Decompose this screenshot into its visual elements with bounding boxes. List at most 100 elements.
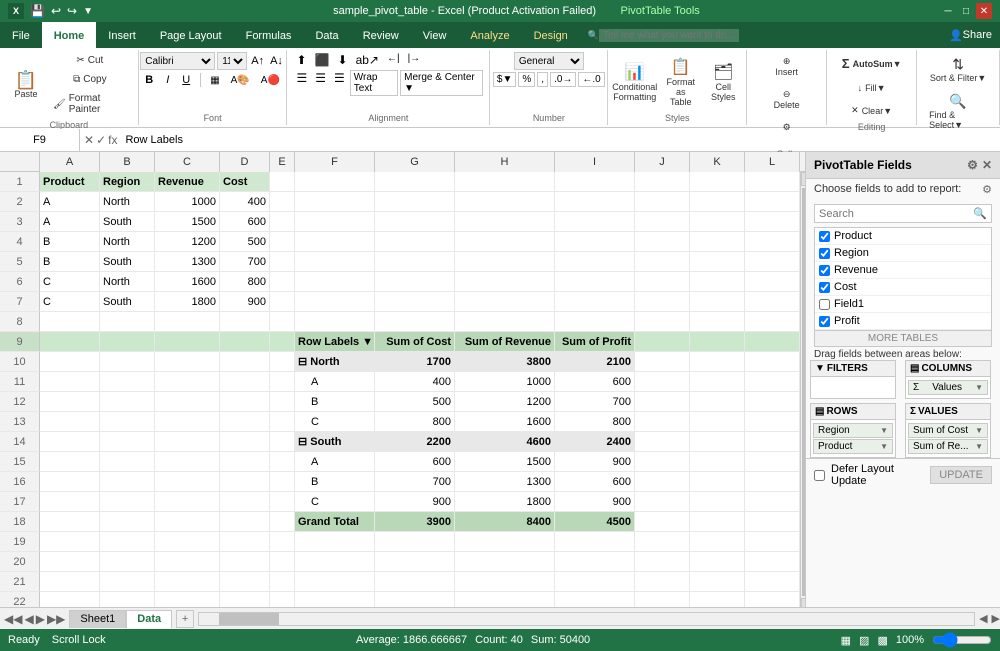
cell-k20[interactable] (690, 552, 745, 572)
cell-c16[interactable] (155, 472, 220, 492)
cell-b7[interactable]: South (100, 292, 155, 312)
cell-c13[interactable] (155, 412, 220, 432)
cell-l3[interactable] (745, 212, 800, 232)
cell-l16[interactable] (745, 472, 800, 492)
cell-e22[interactable] (270, 592, 295, 607)
cell-l9[interactable] (745, 332, 800, 352)
sheet-nav-last[interactable]: ▶▶ (47, 612, 65, 626)
cell-a21[interactable] (40, 572, 100, 592)
cell-f7[interactable] (295, 292, 375, 312)
decimal-inc-btn[interactable]: .0→ (550, 72, 576, 87)
cell-a15[interactable] (40, 452, 100, 472)
cell-styles-btn[interactable]: 🗂 Cell Styles (706, 58, 741, 106)
redo-btn[interactable]: ↪ (67, 4, 77, 18)
cell-c7[interactable]: 1800 (155, 292, 220, 312)
cell-d21[interactable] (220, 572, 270, 592)
close-btn[interactable]: ✕ (976, 3, 992, 19)
cell-h13[interactable]: 1600 (455, 412, 555, 432)
cell-i10[interactable]: 2100 (555, 352, 635, 372)
cell-i8[interactable] (555, 312, 635, 332)
zoom-slider[interactable] (932, 634, 992, 646)
cell-c19[interactable] (155, 532, 220, 552)
field-item-cost[interactable]: Cost (815, 279, 991, 296)
col-I[interactable]: I (555, 152, 635, 172)
cell-f21[interactable] (295, 572, 375, 592)
cell-h4[interactable] (455, 232, 555, 252)
cell-i5[interactable] (555, 252, 635, 272)
cell-f3[interactable] (295, 212, 375, 232)
tab-data[interactable]: Data (303, 22, 350, 48)
cell-g11[interactable]: 400 (375, 372, 455, 392)
filters-content[interactable] (811, 377, 895, 397)
cell-j8[interactable] (635, 312, 690, 332)
cell-i12[interactable]: 700 (555, 392, 635, 412)
cell-c18[interactable] (155, 512, 220, 532)
tab-file[interactable]: File (0, 22, 42, 48)
tab-insert[interactable]: Insert (96, 22, 148, 48)
pivot-search[interactable]: 🔍 (814, 204, 992, 223)
cell-g9[interactable]: Sum of Cost (375, 332, 455, 352)
field-checkbox-product[interactable] (819, 231, 830, 242)
col-K[interactable]: K (690, 152, 745, 172)
font-increase-btn[interactable]: A↑ (249, 54, 266, 68)
quick-save[interactable]: 💾 (30, 4, 45, 18)
h-scroll-left[interactable]: ◀ (979, 612, 987, 625)
find-select-btn[interactable]: 🔍 Find & Select▼ (923, 89, 993, 134)
drag-arrow-rev-icon[interactable]: ▼ (975, 442, 983, 451)
cell-a3[interactable]: A (40, 212, 100, 232)
cell-l4[interactable] (745, 232, 800, 252)
cell-b19[interactable] (100, 532, 155, 552)
cell-d4[interactable]: 500 (220, 232, 270, 252)
cell-i9[interactable]: Sum of Profit (555, 332, 635, 352)
field-item-product[interactable]: Product (815, 228, 991, 245)
cell-a20[interactable] (40, 552, 100, 572)
cell-h20[interactable] (455, 552, 555, 572)
cell-e6[interactable] (270, 272, 295, 292)
align-bottom-btn[interactable]: ⬇ (335, 52, 351, 68)
cell-b5[interactable]: South (100, 252, 155, 272)
cell-k7[interactable] (690, 292, 745, 312)
sheet-tab-data[interactable]: Data (126, 610, 172, 628)
share-btn[interactable]: 👤 Share (941, 22, 1000, 48)
cell-f2[interactable] (295, 192, 375, 212)
font-select[interactable]: Calibri (140, 52, 215, 70)
cell-a16[interactable] (40, 472, 100, 492)
wrap-text-btn[interactable]: Wrap Text (350, 70, 398, 96)
cell-c11[interactable] (155, 372, 220, 392)
cancel-formula-icon[interactable]: ✕ (84, 133, 94, 147)
cell-e16[interactable] (270, 472, 295, 492)
tab-page-layout[interactable]: Page Layout (148, 22, 234, 48)
cell-d2[interactable]: 400 (220, 192, 270, 212)
cell-c6[interactable]: 1600 (155, 272, 220, 292)
cell-i21[interactable] (555, 572, 635, 592)
cell-f4[interactable] (295, 232, 375, 252)
cell-j21[interactable] (635, 572, 690, 592)
cell-j6[interactable] (635, 272, 690, 292)
cell-b14[interactable] (100, 432, 155, 452)
cell-a7[interactable]: C (40, 292, 100, 312)
cell-j17[interactable] (635, 492, 690, 512)
paste-btn[interactable]: 📋 Paste (6, 67, 46, 103)
cell-d1[interactable]: Cost (220, 172, 270, 192)
tell-me-input[interactable] (599, 29, 739, 42)
field-item-revenue[interactable]: Revenue (815, 262, 991, 279)
cell-g14[interactable]: 2200 (375, 432, 455, 452)
cell-l5[interactable] (745, 252, 800, 272)
cell-a6[interactable]: C (40, 272, 100, 292)
values-revenue-item[interactable]: Sum of Re... ▼ (908, 439, 988, 454)
cell-i19[interactable] (555, 532, 635, 552)
cell-c17[interactable] (155, 492, 220, 512)
sheet-nav-first[interactable]: ◀◀ (4, 612, 22, 626)
view-normal-icon[interactable]: ▦ (841, 634, 851, 647)
cell-b17[interactable] (100, 492, 155, 512)
cell-b18[interactable] (100, 512, 155, 532)
fill-btn[interactable]: ↓ Fill▼ (852, 79, 892, 97)
cell-c8[interactable] (155, 312, 220, 332)
cell-l8[interactable] (745, 312, 800, 332)
cell-d15[interactable] (220, 452, 270, 472)
cell-l20[interactable] (745, 552, 800, 572)
fill-color-btn[interactable]: A🎨 (227, 73, 254, 88)
cell-h17[interactable]: 1800 (455, 492, 555, 512)
col-L[interactable]: L (745, 152, 800, 172)
cell-c22[interactable] (155, 592, 220, 607)
